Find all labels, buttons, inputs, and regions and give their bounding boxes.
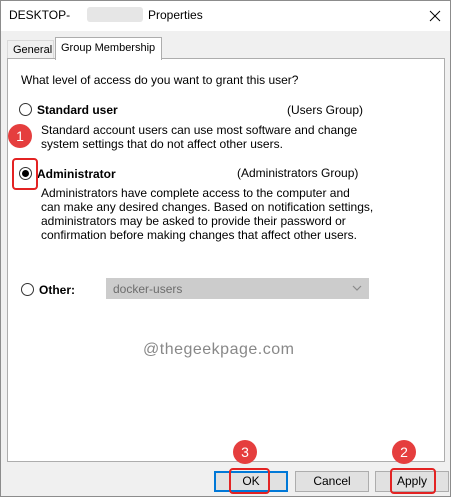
desc-line: system settings that do not affect other… bbox=[41, 137, 283, 151]
tab-group-membership[interactable]: Group Membership bbox=[55, 37, 162, 60]
other-label[interactable]: Other: bbox=[39, 283, 75, 297]
desc-line: Administrators have complete access to t… bbox=[41, 186, 350, 200]
standard-user-label[interactable]: Standard user bbox=[37, 103, 118, 117]
step-3-badge: 3 bbox=[233, 440, 257, 464]
desc-line: administrators may be asked to provide t… bbox=[41, 214, 346, 228]
step-1-badge: 1 bbox=[8, 124, 32, 148]
administrators-group-label: (Administrators Group) bbox=[237, 166, 359, 180]
administrator-highlight-box bbox=[12, 158, 38, 190]
step-2-badge: 2 bbox=[392, 440, 416, 464]
group-membership-panel: What level of access do you want to gran… bbox=[7, 58, 445, 462]
administrator-label[interactable]: Administrator bbox=[37, 167, 116, 181]
administrator-description: Administrators have complete access to t… bbox=[41, 186, 386, 242]
window-title-suffix: Properties bbox=[148, 8, 203, 22]
users-group-label: (Users Group) bbox=[287, 103, 364, 117]
dropdown-value: docker-users bbox=[113, 282, 183, 296]
tab-general[interactable]: General bbox=[7, 40, 54, 59]
redacted-computer-name bbox=[87, 7, 143, 22]
standard-user-radio[interactable] bbox=[19, 103, 32, 116]
desc-line: Standard account users can use most soft… bbox=[41, 123, 358, 137]
desc-line: confirmation before making changes that … bbox=[41, 228, 357, 242]
apply-highlight-box bbox=[390, 468, 436, 494]
desc-line: can make any desired changes. Based on n… bbox=[41, 200, 374, 214]
other-group-dropdown[interactable]: docker-users bbox=[106, 278, 369, 299]
ok-highlight-box bbox=[229, 468, 270, 494]
chevron-down-icon bbox=[352, 285, 362, 291]
access-question: What level of access do you want to gran… bbox=[21, 73, 299, 87]
standard-user-description: Standard account users can use most soft… bbox=[41, 123, 391, 151]
close-button[interactable] bbox=[420, 1, 450, 31]
title-bar: DESKTOP- Properties bbox=[1, 1, 450, 31]
cancel-button[interactable]: Cancel bbox=[295, 471, 369, 492]
window-title-prefix: DESKTOP- bbox=[9, 8, 71, 22]
close-icon bbox=[429, 10, 441, 22]
properties-dialog: DESKTOP- Properties General Group Member… bbox=[0, 0, 451, 497]
watermark: @thegeekpage.com bbox=[143, 341, 295, 358]
other-radio[interactable] bbox=[21, 283, 34, 296]
